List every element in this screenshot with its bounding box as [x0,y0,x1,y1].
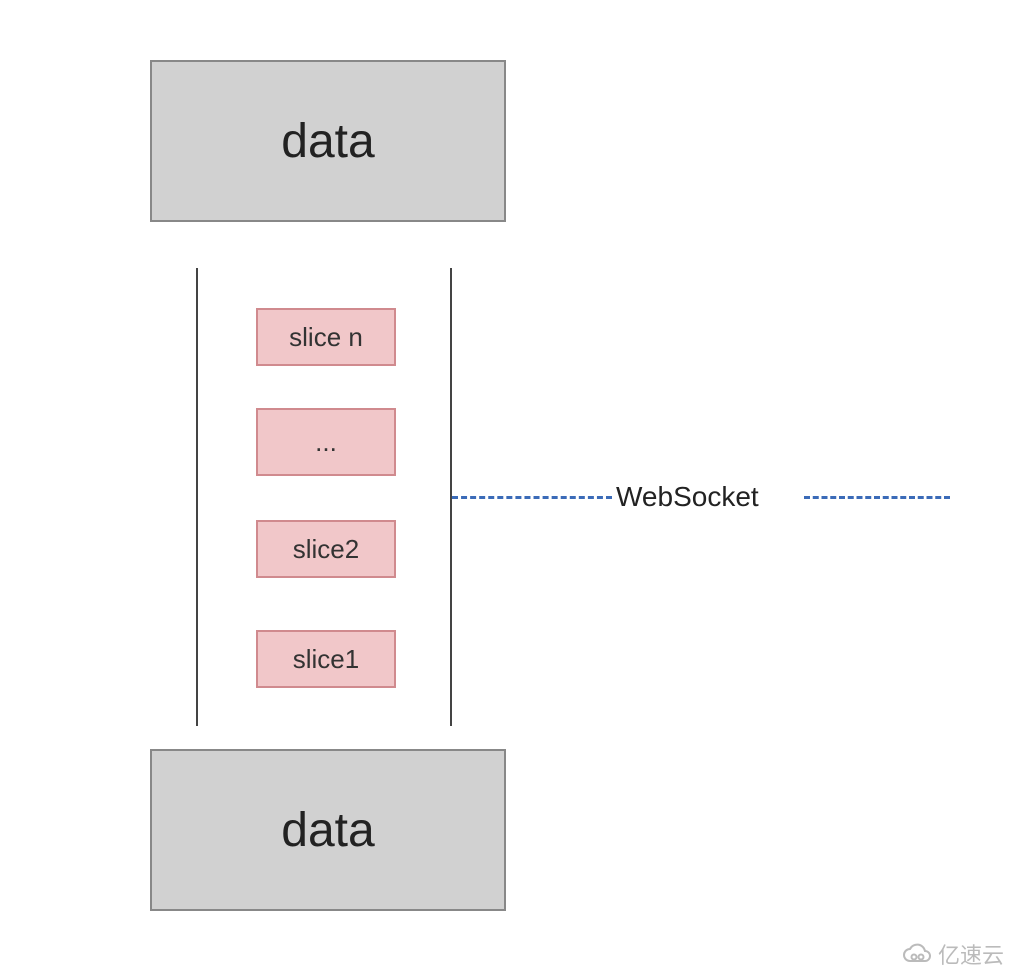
watermark-text: 亿速云 [938,938,1004,970]
slice-label-1: slice1 [293,644,359,675]
slice-box-1: slice1 [256,630,396,688]
cloud-icon [902,943,932,965]
data-box-top: data [150,60,506,222]
slice-box-ellipsis: ... [256,408,396,476]
watermark: 亿速云 [902,938,1004,970]
slice-label-ellipsis: ... [315,427,337,458]
channel: slice n ... slice2 slice1 [196,268,452,726]
websocket-line-right [804,496,950,499]
data-box-bottom: data [150,749,506,911]
websocket-connection: WebSocket [452,496,950,498]
slice-box-n: slice n [256,308,396,366]
data-box-top-label: data [281,114,374,169]
data-box-bottom-label: data [281,803,374,858]
slice-label-2: slice2 [293,534,359,565]
slice-box-2: slice2 [256,520,396,578]
slice-label-n: slice n [289,322,363,353]
websocket-line-left [452,496,612,499]
websocket-label: WebSocket [616,480,759,514]
